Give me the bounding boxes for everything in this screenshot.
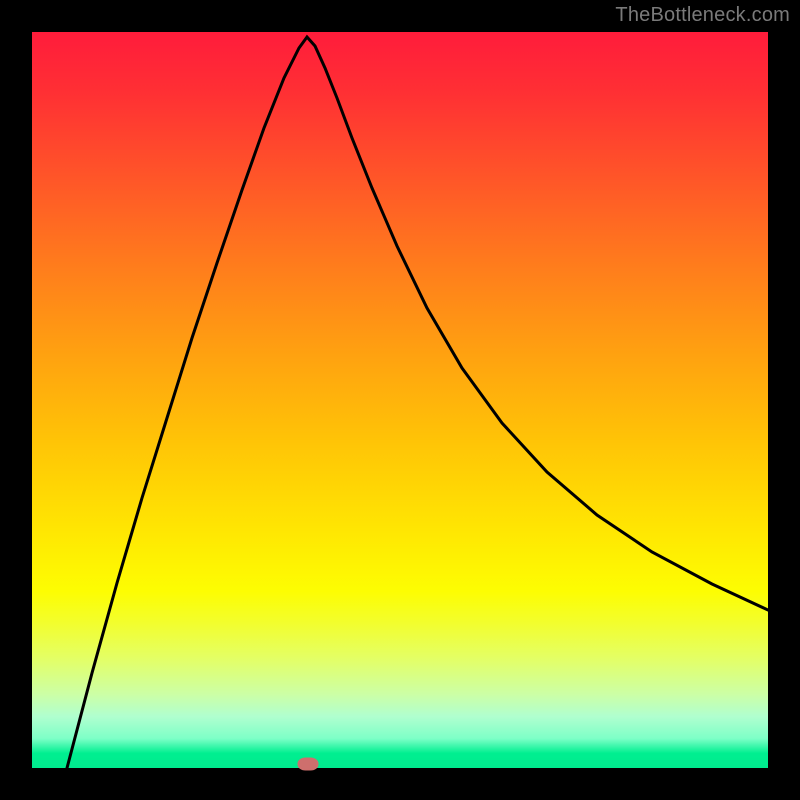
bottleneck-curve <box>67 37 768 768</box>
watermark-text: TheBottleneck.com <box>615 4 790 27</box>
chart-frame: TheBottleneck.com <box>0 0 800 800</box>
curve-svg <box>32 32 768 768</box>
bottleneck-marker <box>298 758 319 771</box>
plot-area <box>32 32 768 768</box>
